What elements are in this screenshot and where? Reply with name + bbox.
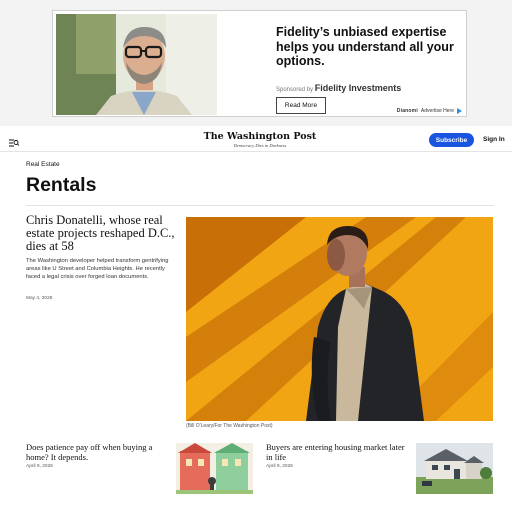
story-headline[interactable]: Buyers are entering housing market later… (266, 442, 406, 462)
page-title: Rentals (26, 174, 97, 196)
ad-sponsor-name: Fidelity Investments (314, 83, 402, 93)
lead-story-photo[interactable] (186, 217, 493, 421)
advertisement[interactable]: Fidelity’s unbiased expertise helps you … (52, 10, 467, 117)
masthead-name: The Washington Post (203, 131, 317, 142)
subscribe-button[interactable]: Subscribe (429, 133, 474, 147)
adchoices-icon[interactable] (457, 108, 462, 114)
advertisement-band: Fidelity’s unbiased expertise helps you … (0, 0, 512, 126)
section-divider (26, 205, 494, 206)
lead-photo-caption: (Bill O'Leary/For The Washington Post) (186, 423, 273, 429)
masthead-logo[interactable]: The Washington Post Democracy Dies in Da… (200, 131, 320, 148)
ad-read-more-button[interactable]: Read More (276, 97, 326, 114)
site-header: The Washington Post Democracy Dies in Da… (0, 126, 512, 152)
ad-footer: Dianomi Advertise Here (397, 108, 462, 114)
masthead-tagline: Democracy Dies in Darkness (233, 143, 287, 148)
section-label[interactable]: Real Estate (26, 161, 60, 168)
story-thumbnail[interactable] (176, 443, 253, 494)
advertise-here-link[interactable]: Advertise Here (421, 108, 454, 114)
story-headline[interactable]: Does patience pay off when buying a home… (26, 442, 171, 462)
story-date: April 9, 2026 (266, 464, 293, 469)
ad-sponsor-line: Sponsored by Fidelity Investments (276, 83, 401, 93)
lead-story-blurb: The Washington developer helped transfor… (26, 258, 169, 281)
story-thumbnail[interactable] (416, 443, 493, 494)
lead-story-date: May 4, 2026 (26, 296, 53, 301)
ad-network-logo[interactable]: Dianomi (397, 108, 418, 114)
ad-sponsored-by: Sponsored by (276, 87, 314, 93)
ad-image[interactable] (56, 14, 217, 115)
lead-story-headline[interactable]: Chris Donatelli, whose real estate proje… (26, 214, 176, 253)
story-date: April 9, 2026 (26, 464, 53, 469)
sign-in-button[interactable]: Sign In (483, 136, 505, 143)
menu-search-icon[interactable] (9, 135, 20, 147)
ad-headline[interactable]: Fidelity’s unbiased expertise helps you … (276, 25, 461, 69)
